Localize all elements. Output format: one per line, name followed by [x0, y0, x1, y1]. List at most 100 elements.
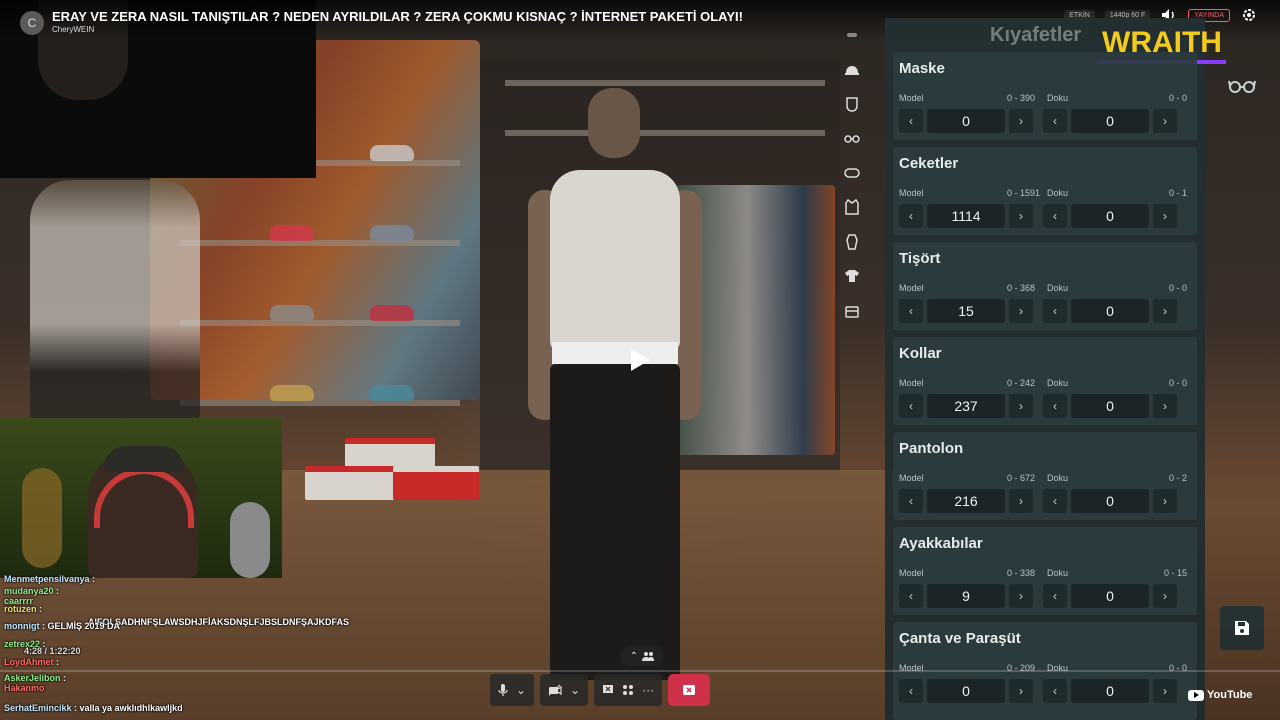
screen-share-icon[interactable] — [602, 684, 614, 696]
shoe — [270, 385, 314, 401]
doku-prev-button[interactable]: ‹ — [1043, 584, 1067, 608]
model-next-button[interactable]: › — [1009, 204, 1033, 228]
model-prev-button[interactable]: ‹ — [899, 109, 923, 133]
model-next-button[interactable]: › — [1009, 394, 1033, 418]
doku-range: 0 - 0 — [1168, 283, 1187, 293]
model-prev-button[interactable]: ‹ — [899, 204, 923, 228]
doku-value-field[interactable]: 0 — [1071, 679, 1149, 703]
model-label: Model — [899, 378, 924, 388]
model-prev-button[interactable]: ‹ — [899, 394, 923, 418]
doku-prev-button[interactable]: ‹ — [1043, 679, 1067, 703]
doku-next-button[interactable]: › — [1153, 489, 1177, 513]
model-value-field[interactable]: 0 — [927, 679, 1005, 703]
settings-gear-icon[interactable] — [1240, 6, 1258, 24]
bag-icon[interactable] — [834, 294, 870, 328]
doku-prev-button[interactable]: ‹ — [1043, 204, 1067, 228]
expand-controls-button[interactable]: ⌃ — [620, 646, 664, 666]
doku-value-field[interactable]: 0 — [1071, 584, 1149, 608]
doku-label: Doku — [1047, 283, 1069, 293]
save-button[interactable] — [1220, 606, 1264, 650]
tshirt-icon[interactable] — [834, 259, 870, 293]
video-title[interactable]: ERAY VE ZERA NASIL TANIŞTILAR ? NEDEN AY… — [52, 9, 743, 24]
doku-prev-button[interactable]: ‹ — [1043, 109, 1067, 133]
model-label: Model — [899, 93, 924, 103]
model-next-button[interactable]: › — [1009, 679, 1033, 703]
section-title: Ceketler — [899, 155, 959, 172]
doku-prev-button[interactable]: ‹ — [1043, 489, 1067, 513]
control-row: ‹ 15 › ‹ 0 › — [899, 299, 1177, 323]
model-value-field[interactable]: 1114 — [927, 204, 1005, 228]
microphone-icon — [498, 684, 508, 696]
model-value-field[interactable]: 0 — [927, 109, 1005, 133]
doku-value-field[interactable]: 0 — [1071, 489, 1149, 513]
doku-next-button[interactable]: › — [1153, 109, 1177, 133]
model-next-button[interactable]: › — [1009, 299, 1033, 323]
panel-title: Kıyafetler — [990, 24, 1082, 46]
model-value-field[interactable]: 15 — [927, 299, 1005, 323]
control-row: ‹ 216 › ‹ 0 › — [899, 489, 1177, 513]
glasses-preview-icon[interactable] — [1226, 78, 1258, 102]
jacket-icon[interactable] — [834, 190, 870, 224]
model-range: 0 - 368 — [1007, 283, 1036, 293]
model-value-field[interactable]: 216 — [927, 489, 1005, 513]
doku-value-field[interactable]: 0 — [1071, 109, 1149, 133]
shoe-box — [393, 466, 479, 500]
doku-label: Doku — [1047, 93, 1069, 103]
grid-icon[interactable] — [622, 684, 634, 696]
glasses-icon[interactable] — [834, 121, 870, 155]
section-pantolon: Pantolon Model 0 - 672 Doku 0 - 2 ‹ 216 … — [893, 432, 1197, 520]
camera-off-icon — [548, 684, 562, 696]
section-maske: Maske Model 0 - 390 Doku 0 - 0 ‹ 0 › ‹ 0… — [893, 52, 1197, 140]
control-row: ‹ 0 › ‹ 0 › — [899, 109, 1177, 133]
end-call-button[interactable] — [668, 674, 711, 706]
camera-control[interactable]: ⌄ — [540, 674, 589, 706]
shoe — [270, 305, 314, 321]
model-prev-button[interactable]: ‹ — [899, 489, 923, 513]
model-value-field[interactable]: 9 — [927, 584, 1005, 608]
mic-control[interactable]: ⌄ — [490, 674, 535, 706]
model-next-button[interactable]: › — [1009, 109, 1033, 133]
model-prev-button[interactable]: ‹ — [899, 584, 923, 608]
model-prev-button[interactable]: ‹ — [899, 679, 923, 703]
more-icon[interactable]: ··· — [642, 683, 654, 697]
chevron-down-icon[interactable]: ⌄ — [516, 683, 526, 697]
chat-overlay: Menmetpensilvanya : mudanya20 : caarrrr … — [4, 572, 464, 720]
doku-value-field[interactable]: 0 — [1071, 394, 1149, 418]
section-title: Tişört — [899, 250, 941, 267]
play-icon[interactable] — [628, 347, 652, 373]
section-ceketler: Ceketler Model 0 - 1591 Doku 0 - 1 ‹ 111… — [893, 147, 1197, 235]
control-row: ‹ 1114 › ‹ 0 › — [899, 204, 1177, 228]
doku-prev-button[interactable]: ‹ — [1043, 394, 1067, 418]
doku-next-button[interactable]: › — [1153, 204, 1177, 228]
doku-value-field[interactable]: 0 — [1071, 204, 1149, 228]
control-row: ‹ 237 › ‹ 0 › — [899, 394, 1177, 418]
doku-next-button[interactable]: › — [1153, 394, 1177, 418]
dot-icon[interactable] — [834, 18, 870, 52]
vest-icon[interactable] — [834, 225, 870, 259]
model-value-field[interactable]: 237 — [927, 394, 1005, 418]
video-progress-bar[interactable] — [0, 670, 1280, 672]
doku-range: 0 - 0 — [1168, 378, 1187, 388]
shoe — [270, 225, 314, 241]
doku-next-button[interactable]: › — [1153, 299, 1177, 323]
mask-icon[interactable] — [834, 87, 870, 121]
doku-next-button[interactable]: › — [1153, 584, 1177, 608]
model-next-button[interactable]: › — [1009, 584, 1033, 608]
chat-message: monnigt : GELMİŞ 2019 DA — [4, 621, 121, 631]
guitar — [22, 468, 62, 568]
model-next-button[interactable]: › — [1009, 489, 1033, 513]
doku-value-field[interactable]: 0 — [1071, 299, 1149, 323]
player-character — [520, 80, 710, 680]
chevron-down-icon[interactable]: ⌄ — [570, 683, 580, 697]
channel-avatar[interactable]: C — [20, 11, 44, 35]
youtube-logo[interactable]: YouTube — [1188, 689, 1252, 701]
hat-icon[interactable] — [834, 52, 870, 86]
section-title: Ayakkabılar — [899, 535, 983, 552]
doku-prev-button[interactable]: ‹ — [1043, 299, 1067, 323]
channel-name[interactable]: CheryWEIN — [52, 25, 94, 34]
doku-next-button[interactable]: › — [1153, 679, 1177, 703]
mask-eyes-icon[interactable] — [834, 156, 870, 190]
chevron-up-icon: ⌃ — [629, 650, 639, 662]
model-prev-button[interactable]: ‹ — [899, 299, 923, 323]
shoe-shelf — [180, 320, 460, 326]
